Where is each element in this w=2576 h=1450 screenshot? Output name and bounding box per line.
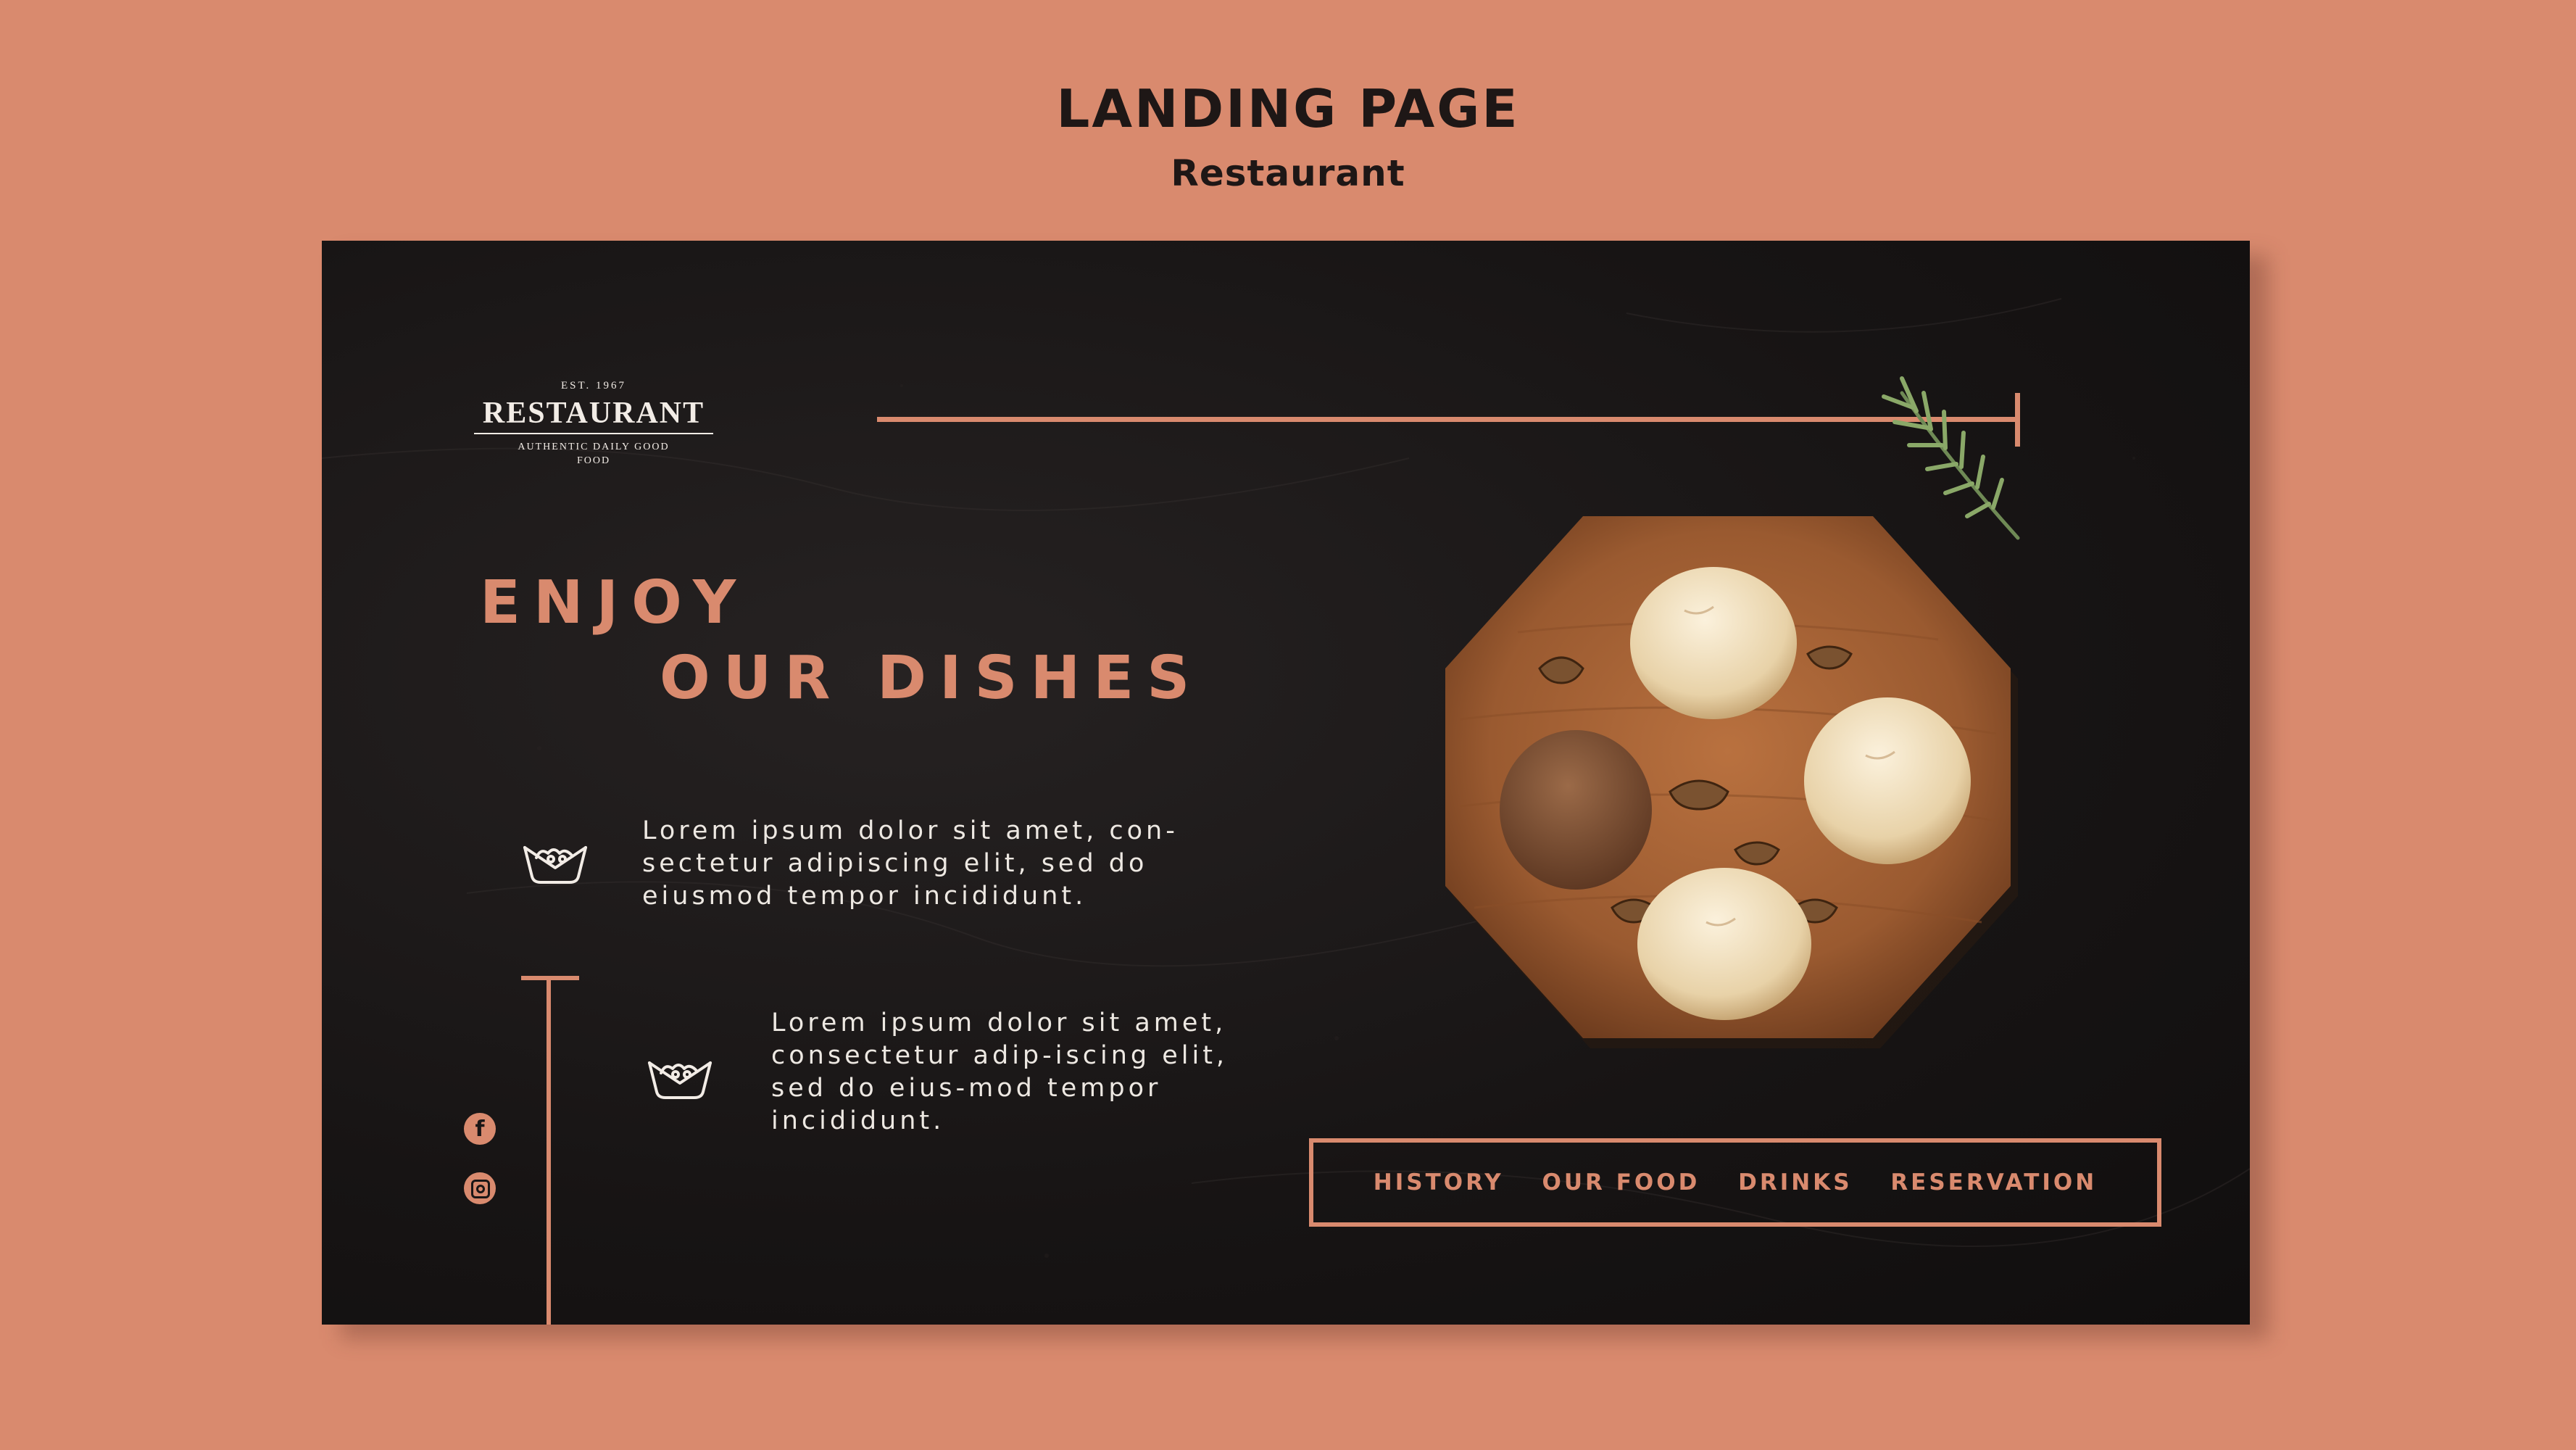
nav-history[interactable]: HISTORY [1374,1169,1504,1196]
logo-divider [474,433,713,434]
page-title: LANDING PAGE [1056,78,1520,139]
logo-established: EST. 1967 [560,380,627,392]
page-subtitle: Restaurant [1171,152,1405,194]
salad-bowl-icon [648,1061,712,1099]
accent-line-vertical [547,979,551,1325]
feature-2-text: Lorem ipsum dolor sit amet, consectetur … [771,1008,1229,1135]
headline-line-2: OUR DISHES [660,644,1203,713]
logo-tagline-1: AUTHENTIC DAILY GOOD [518,442,670,452]
headline-line-1: ENJOY [480,568,749,637]
restaurant-logo[interactable]: EST. 1967 RESTAURANT AUTHENTIC DAILY GOO… [467,380,720,468]
feature-1-text: Lorem ipsum dolor sit amet, con-sectetur… [642,816,1179,911]
nav-our-food[interactable]: OUR FOOD [1542,1169,1700,1196]
accent-line-horizontal [877,417,2018,422]
instagram-camera-outline [471,1180,490,1198]
logo-name: RESTAURANT [482,397,705,430]
nav-drinks[interactable]: DRINKS [1738,1169,1852,1196]
dish-photo [1445,516,2018,1048]
logo-tagline-2: FOOD [576,455,611,466]
salad-bowl-icon [523,846,587,884]
landing-card: EST. 1967 RESTAURANT AUTHENTIC DAILY GOO… [322,241,2250,1325]
instagram-icon[interactable] [464,1172,496,1204]
facebook-icon[interactable]: f [464,1113,496,1145]
nav-reservation[interactable]: RESERVATION [1890,1169,2097,1196]
nav-bar: HISTORY OUR FOOD DRINKS RESERVATION [1309,1138,2161,1227]
